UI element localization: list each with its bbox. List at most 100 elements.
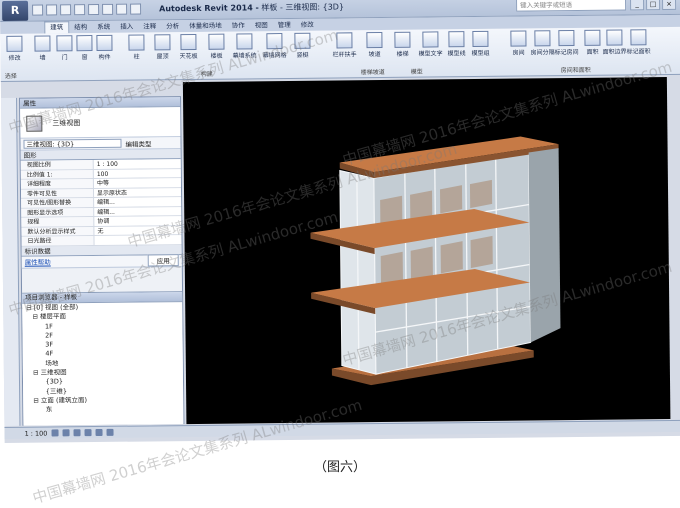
ribbon-button[interactable]: 楼板 (204, 33, 228, 60)
edit-type-button[interactable]: 编辑类型 (125, 138, 151, 148)
ribbon-button[interactable]: 模型文字 (418, 31, 443, 58)
ribbon-button[interactable]: 柱 (124, 34, 148, 61)
application-menu-button[interactable]: R (2, 0, 29, 21)
ribbon-button-icon (448, 31, 465, 48)
instance-dropdown[interactable]: 三维视图: {3D} (23, 138, 122, 149)
ribbon-button-label: 屋顶 (156, 53, 169, 61)
ribbon-button[interactable]: 修改 (2, 35, 26, 62)
3d-view-icon[interactable] (130, 3, 142, 15)
browser-tree-item[interactable]: 东 (27, 404, 183, 415)
ribbon-button-icon (336, 32, 353, 49)
minimize-icon[interactable]: _ (630, 0, 645, 10)
ribbon-button-icon (96, 34, 113, 51)
ribbon-button[interactable]: 幕墙系统 (232, 33, 257, 60)
ribbon-button[interactable]: 面积边界 (602, 29, 627, 56)
measure-icon[interactable] (102, 3, 114, 15)
open-icon[interactable] (32, 4, 44, 16)
detail-level-icon[interactable] (51, 429, 59, 437)
ribbon-button[interactable]: 坡道 (362, 31, 386, 59)
shadows-icon[interactable] (84, 429, 92, 437)
ribbon-button[interactable]: 楼梯 (390, 31, 414, 58)
ribbon-button[interactable]: 房间 (506, 30, 530, 57)
ribbon-button[interactable]: 天花板 (176, 33, 200, 60)
save-icon[interactable] (46, 4, 58, 16)
ribbon-tab[interactable]: 建筑 (44, 21, 70, 34)
close-icon[interactable]: × (662, 0, 677, 10)
ribbon-button-icon (534, 30, 551, 47)
ribbon-tab[interactable]: 视图 (250, 20, 273, 31)
properties-and-browser-panel: 属性 三维视图 三维视图: {3D} 编辑类型 图形 视图比例 1 : 100 比例… (19, 96, 185, 426)
ribbon-tab[interactable]: 体量和场地 (184, 21, 227, 32)
type-selector[interactable]: 三维视图 (20, 107, 181, 139)
ribbon-button-label: 面积边界 (602, 48, 627, 56)
text-icon[interactable] (116, 3, 128, 15)
maximize-icon[interactable]: □ (646, 0, 661, 10)
ribbon-button-label: 修改 (8, 54, 21, 62)
ribbon-button-label: 竖梃 (296, 51, 309, 59)
ribbon-button[interactable]: 模型组 (468, 30, 492, 58)
property-value[interactable]: 无 (93, 225, 182, 236)
ribbon-tab[interactable]: 注释 (138, 21, 161, 32)
property-value[interactable]: 编辑... (93, 197, 182, 207)
ribbon-button-label: 坡道 (368, 51, 381, 59)
ribbon-button[interactable]: 构件 (92, 34, 116, 61)
ribbon-button[interactable]: 栏杆扶手 (332, 32, 357, 59)
ribbon-button[interactable]: 标记房间 (554, 29, 579, 56)
ribbon-button[interactable]: 房间分隔 (530, 30, 555, 56)
ribbon-group-label: 楼梯坡道 (360, 68, 385, 77)
property-value[interactable]: 100 (92, 168, 181, 179)
temporary-hide-icon[interactable] (106, 428, 114, 436)
ribbon-button-icon (606, 29, 623, 46)
ribbon-tab[interactable]: 结构 (69, 22, 92, 33)
property-value[interactable]: 1 : 100 (92, 159, 181, 169)
ribbon-button-label: 柱 (133, 53, 140, 61)
ribbon-button[interactable]: 模型线 (444, 31, 468, 57)
property-value[interactable] (93, 235, 182, 245)
ribbon-button[interactable]: 竖梃 (290, 32, 314, 59)
ribbon-button-label: 门 (61, 54, 68, 62)
ribbon-group-label: 选择 (4, 72, 17, 80)
ribbon-button-label: 模型组 (471, 49, 490, 58)
document-name: 样板 - 三维视图: {3D} (261, 2, 345, 13)
ribbon-button-icon (510, 30, 527, 47)
undo-icon[interactable] (60, 4, 72, 16)
ribbon-button[interactable]: 墙 (30, 35, 54, 62)
window-controls: _ □ × (630, 0, 677, 10)
redo-icon[interactable] (74, 4, 86, 16)
search-input[interactable]: 键入关键字或短语 (516, 0, 627, 12)
ribbon-button[interactable]: 面积 (580, 29, 604, 56)
ribbon-button-label: 楼板 (210, 52, 223, 60)
scale-readout[interactable]: 1 : 100 (24, 429, 47, 437)
ribbon-tab[interactable]: 系统 (92, 22, 115, 33)
ribbon-tab[interactable]: 分析 (161, 21, 184, 32)
ribbon-button-label: 墙 (39, 54, 46, 62)
property-key: 详细程度 (20, 179, 93, 189)
3d-viewport[interactable] (182, 77, 671, 425)
apply-button[interactable]: 应用 (147, 254, 179, 267)
ribbon-button-icon (154, 34, 171, 51)
ribbon-button[interactable]: 屋顶 (150, 34, 174, 60)
ribbon-tab[interactable]: 修改 (296, 20, 319, 31)
ribbon-button[interactable]: 标记面积 (626, 29, 651, 55)
property-value[interactable]: 显示原状态 (92, 187, 182, 198)
crop-view-icon[interactable] (95, 428, 103, 437)
property-value[interactable]: 协调 (93, 216, 182, 226)
ribbon-button-icon (558, 29, 575, 47)
print-icon[interactable] (88, 3, 100, 16)
ribbon-group-label: 模型 (410, 68, 423, 76)
property-value[interactable]: 中等 (92, 178, 181, 188)
property-value[interactable]: 编辑... (93, 206, 182, 217)
property-key: 可见性/图形替换 (21, 198, 94, 208)
sun-path-icon[interactable] (73, 429, 81, 437)
project-browser: 项目浏览器 - 样板 ⊟ [0] 视图 (全部) ⊟ 楼层平面 1F 2F 3F… (22, 291, 184, 426)
building-model (310, 136, 561, 386)
ribbon-tab[interactable]: 协作 (227, 20, 250, 31)
ribbon-tab[interactable]: 插入 (115, 22, 138, 33)
properties-help-link[interactable]: 属性帮助 (25, 256, 51, 266)
properties-footer: 属性帮助 应用 (21, 254, 182, 269)
ribbon-button-icon (208, 33, 225, 50)
ribbon-button-icon (366, 31, 383, 49)
ribbon-button[interactable]: 幕墙网格 (262, 33, 287, 59)
ribbon-tab[interactable]: 管理 (273, 20, 296, 31)
visual-style-icon[interactable] (62, 429, 70, 437)
